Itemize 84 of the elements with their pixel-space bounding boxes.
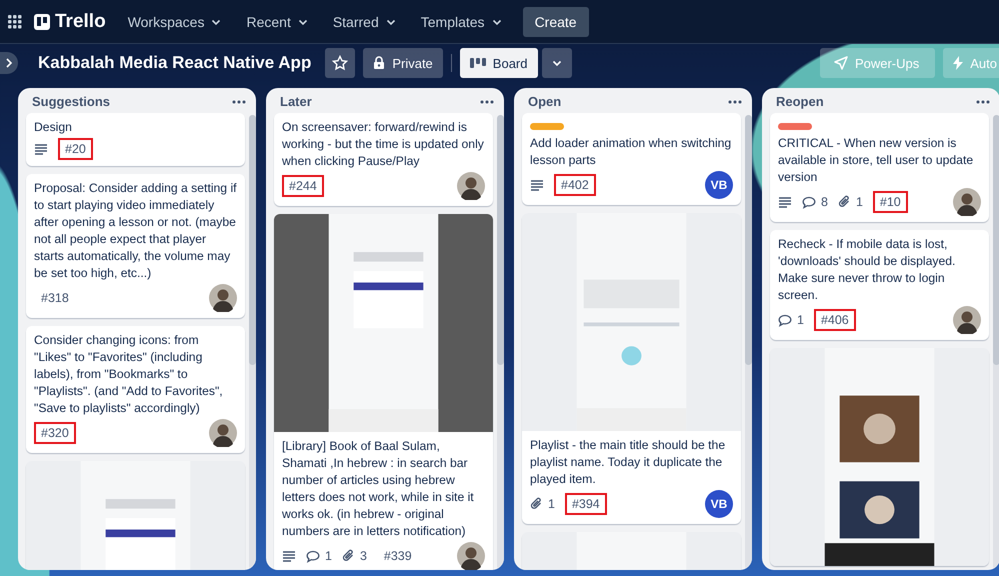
scrollbar[interactable] — [249, 115, 256, 570]
list-title[interactable]: Open — [528, 94, 562, 109]
description-icon — [778, 196, 792, 208]
card-number: #244 — [282, 175, 324, 197]
card[interactable]: Recheck - If mobile data is lost, 'downloads' should be displayed. Make sure never throw to login screen. 1 #406 — [770, 230, 989, 340]
card-number: #402 — [554, 174, 596, 196]
card-label[interactable] — [778, 123, 812, 130]
nav-menu[interactable]: Recent — [236, 8, 319, 36]
card-title[interactable]: Consider changing icons: from "Likes" to "Favorites" (including labels), from "Bookmarks" to "Playlists". (and "Add to Favorites", "Save to playlists" accordingly) — [34, 332, 237, 417]
card-title[interactable]: Playlist - the main title should be the playlist name. Today it duplicate the played item. — [530, 437, 733, 488]
scrollbar[interactable] — [993, 115, 999, 570]
scrollbar[interactable] — [745, 115, 752, 570]
comment-icon — [778, 314, 792, 326]
logo-text[interactable]: Trello — [55, 10, 106, 32]
paperclip-icon — [838, 195, 851, 209]
comment-count: 8 — [821, 195, 828, 209]
avatar-icon[interactable] — [953, 306, 981, 334]
card-number: #320 — [34, 422, 76, 444]
card-title[interactable]: Add loader animation when switching lesson parts — [530, 135, 733, 169]
nav-menu[interactable]: Workspaces — [118, 8, 232, 36]
expand-sidebar-button[interactable] — [0, 52, 18, 74]
more-icon[interactable] — [232, 100, 246, 104]
more-icon[interactable] — [728, 100, 742, 104]
attachment-count: 1 — [548, 497, 555, 511]
card[interactable] — [26, 174, 245, 318]
card-title[interactable]: CRITICAL - When new version is available in store, tell user to update version — [778, 135, 981, 186]
card-number: #339 — [382, 548, 413, 565]
card-number: #394 — [564, 493, 607, 515]
nav-menu[interactable]: Starred — [322, 8, 407, 36]
card[interactable]: CRITICAL - When new version is available in store, tell user to update version 8 1 #10 — [770, 113, 989, 222]
card-number: #406 — [814, 309, 856, 331]
more-icon[interactable] — [480, 100, 494, 104]
description-icon — [530, 179, 544, 191]
list-title[interactable]: Reopen — [776, 94, 824, 109]
description-icon — [282, 550, 296, 562]
avatar-icon[interactable] — [209, 419, 237, 447]
comment-icon — [306, 550, 320, 562]
card-number: #318 — [40, 290, 70, 307]
card-title[interactable]: On screensaver: forward/rewind is working - but the time is updated only when clicking Pause/Play — [282, 119, 485, 170]
more-icon[interactable] — [976, 100, 990, 104]
card-title[interactable]: Proposal: Consider adding a setting if to start playing video immediately after opening a lesson or not. (maybe not all people expect that player starts automatically, the volume may be set too high, etc...) — [34, 180, 237, 282]
card-number: #20 — [58, 138, 93, 160]
star-button[interactable] — [325, 48, 356, 78]
avatar-icon[interactable] — [209, 284, 237, 312]
member-avatar[interactable]: VB — [705, 490, 733, 518]
paperclip-icon — [530, 497, 543, 511]
description-icon — [34, 143, 48, 155]
board-icon — [470, 57, 486, 69]
card-title[interactable]: [Library] Book of Baal Sulam, Shamati ,In hebrew : in search bar number of articles using hebrew letters does not work, while in site it works ok. (in hebrew - original numbers are in letters notification) — [282, 438, 485, 540]
card[interactable]: On screensaver: forward/rewind is working - but the time is updated only when clicking Pause/Play #244 — [274, 113, 493, 206]
lock-icon — [373, 56, 386, 70]
card-title[interactable]: Recheck - If mobile data is lost, 'downloads' should be displayed. Make sure never throw to login screen. — [778, 236, 981, 304]
comment-count: 1 — [797, 313, 804, 327]
apps-grid-icon[interactable] — [8, 14, 22, 28]
logo-icon[interactable] — [34, 14, 50, 30]
list-title[interactable]: Suggestions — [32, 94, 110, 109]
card[interactable]: Consider changing icons: from "Likes" to "Favorites" (including labels), from "Bookmarks" to "Playlists". (and "Add to Favorites", "Save to playlists" accordingly) #320 — [26, 326, 245, 453]
send-icon — [834, 56, 848, 70]
paperclip-icon — [342, 549, 355, 563]
star-icon — [332, 55, 348, 71]
scrollbar[interactable] — [497, 115, 504, 570]
card[interactable]: Add loader animation when switching lesson parts #402 VB — [522, 113, 741, 205]
avatar-icon[interactable] — [457, 542, 485, 570]
comment-count: 1 — [325, 549, 332, 563]
card-number: #10 — [872, 191, 908, 213]
card[interactable] — [274, 214, 493, 570]
attachment-count: 1 — [856, 195, 863, 209]
visibility-button[interactable]: Private — [363, 48, 443, 78]
list-title[interactable]: Later — [280, 94, 312, 109]
create-button[interactable]: Create — [522, 6, 589, 36]
lightning-icon — [953, 56, 964, 70]
chevron-right-icon — [5, 58, 13, 68]
board-title[interactable]: Kabbalah Media React Native App — [38, 53, 312, 73]
member-avatar[interactable]: VB — [705, 171, 733, 199]
card-title[interactable]: Design — [34, 119, 237, 136]
comment-icon — [802, 196, 816, 208]
avatar-icon[interactable] — [457, 172, 485, 200]
card[interactable]: Design #20 — [26, 113, 245, 166]
card[interactable]: Playlist - the main title should be the playlist name. Today it duplicate the played item. 1 #394 VB — [522, 213, 741, 524]
avatar-icon[interactable] — [953, 188, 981, 216]
view-menu-button[interactable] — [542, 48, 572, 78]
board-view-button[interactable]: Board — [460, 48, 538, 78]
attachment-count: 3 — [360, 549, 367, 563]
nav-menu[interactable]: Templates — [410, 8, 513, 36]
